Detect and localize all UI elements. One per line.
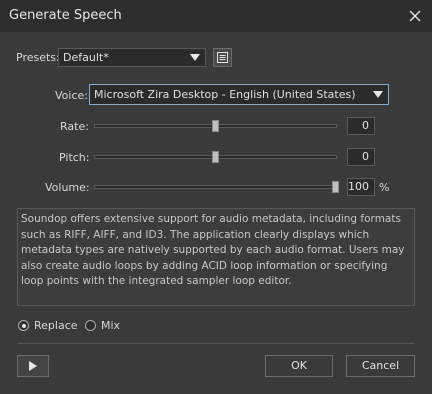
volume-slider-thumb[interactable] — [332, 181, 339, 193]
rate-label: Rate: — [60, 120, 89, 133]
pitch-slider-thumb[interactable] — [212, 151, 219, 163]
replace-label[interactable]: Replace — [34, 319, 78, 332]
presets-manage-button[interactable] — [213, 48, 232, 67]
presets-dropdown[interactable]: Default* — [58, 48, 206, 67]
play-button[interactable] — [17, 355, 49, 377]
divider — [17, 343, 415, 344]
rate-slider-thumb[interactable] — [212, 120, 219, 132]
rate-input[interactable]: 0 — [347, 117, 375, 135]
cancel-button[interactable]: Cancel — [346, 355, 415, 377]
ok-button[interactable]: OK — [265, 355, 333, 377]
close-icon — [409, 10, 421, 22]
chevron-down-icon — [190, 54, 200, 61]
volume-slider-track[interactable] — [94, 185, 337, 189]
pitch-input[interactable]: 0 — [347, 148, 375, 166]
dialog-body: Presets: Default* Voice: Microsoft Zira … — [0, 32, 432, 394]
close-button[interactable] — [404, 5, 426, 27]
pitch-label: Pitch: — [59, 151, 90, 164]
presets-value: Default* — [63, 51, 109, 64]
presets-label: Presets: — [16, 51, 60, 64]
chevron-down-icon — [373, 91, 383, 98]
volume-input[interactable]: 100 — [347, 178, 375, 196]
speech-text-area[interactable]: Soundop offers extensive support for aud… — [17, 208, 415, 306]
replace-radio[interactable] — [18, 320, 29, 331]
play-icon — [29, 361, 37, 371]
list-icon — [217, 52, 228, 63]
mix-radio[interactable] — [85, 320, 96, 331]
mix-label[interactable]: Mix — [101, 319, 120, 332]
volume-label: Volume: — [45, 181, 90, 194]
window-title: Generate Speech — [9, 8, 122, 23]
volume-unit: % — [379, 181, 390, 194]
voice-value: Microsoft Zira Desktop - English (United… — [94, 88, 356, 101]
voice-dropdown[interactable]: Microsoft Zira Desktop - English (United… — [89, 84, 389, 105]
voice-label: Voice: — [55, 89, 88, 102]
title-bar: Generate Speech — [0, 0, 432, 32]
